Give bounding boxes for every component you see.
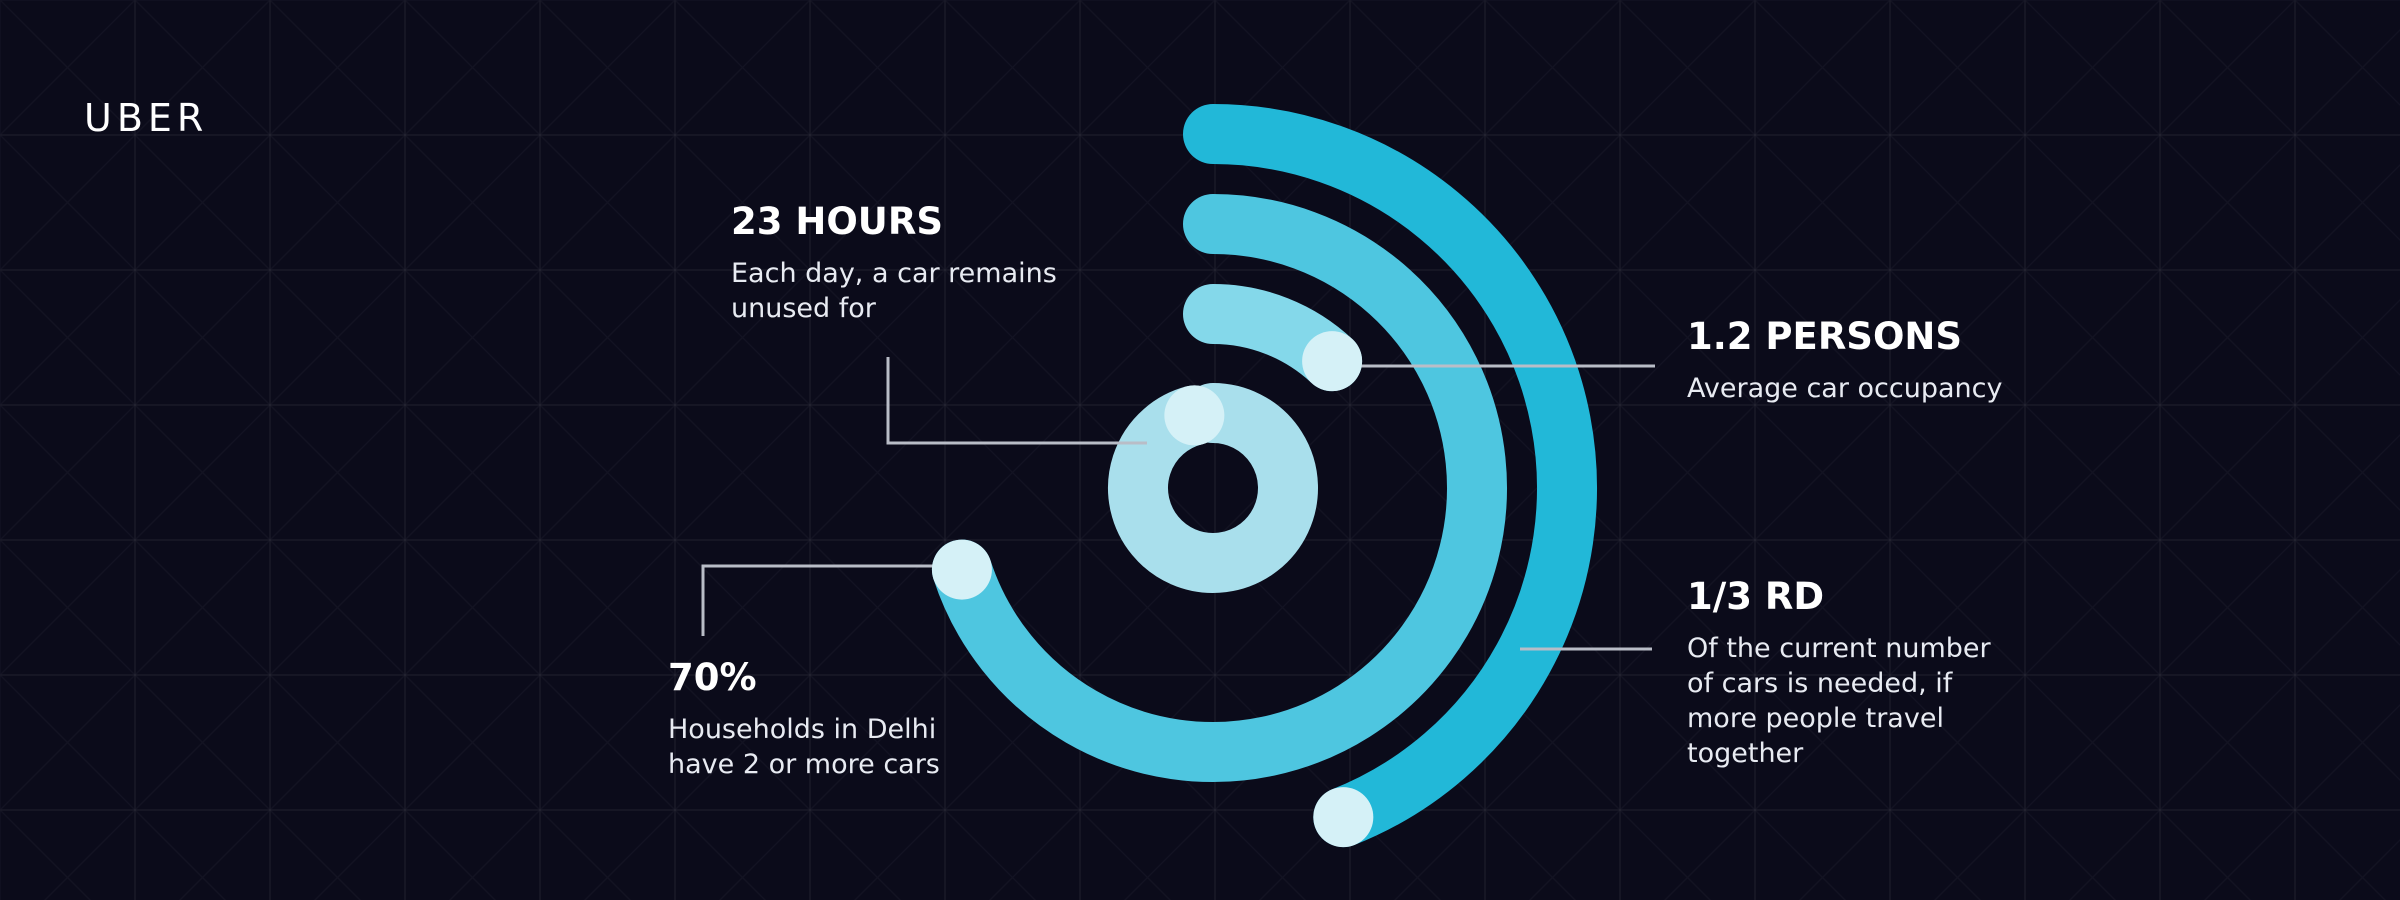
ring-end-marker-second (931, 539, 992, 600)
callout-households-desc: Households in Delhi have 2 or more cars (668, 714, 940, 780)
callout-rd-desc: Of the current number of cars is needed,… (1687, 633, 1991, 769)
callout-persons: 1.2 PERSONS Average car occupancy (1687, 315, 2107, 406)
callout-hours-desc: Each day, a car remains unused for (731, 258, 1057, 324)
leader-line-second (701, 564, 967, 636)
callout-hours-title: 23 HOURS (731, 200, 943, 243)
ring-end-marker-inner (1164, 385, 1225, 446)
callout-rd-title: 1/3 RD (1687, 575, 1825, 618)
callout-hours: 23 HOURS Each day, a car remains unused … (731, 200, 1091, 326)
callout-rd: 1/3 RD Of the current number of cars is … (1687, 575, 2047, 771)
leader-line-inner (886, 357, 1147, 445)
callout-households: 70% Households in Delhi have 2 or more c… (668, 656, 1028, 782)
ring-end-marker-third (1302, 331, 1363, 392)
callout-persons-title: 1.2 PERSONS (1687, 315, 1963, 358)
callout-households-title: 70% (668, 656, 757, 699)
ring-end-marker-outer (1313, 787, 1374, 848)
callout-persons-desc: Average car occupancy (1687, 373, 2003, 404)
